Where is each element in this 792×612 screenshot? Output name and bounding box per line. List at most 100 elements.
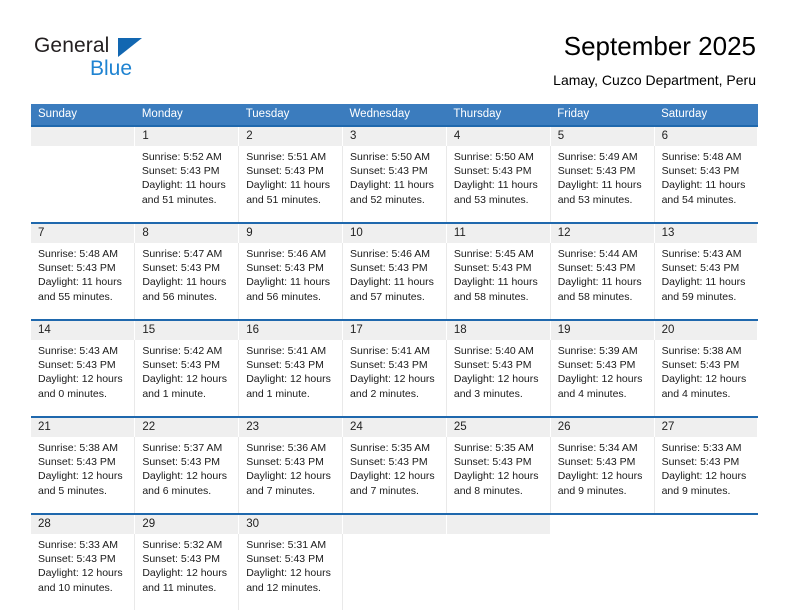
day-detail-cell[interactable]: Sunrise: 5:48 AM Sunset: 5:43 PM Daylight:… [654,146,758,222]
day-detail-cell[interactable]: Sunrise: 5:49 AM Sunset: 5:43 PM Daylight:… [550,146,655,222]
day-detail-cell[interactable]: Sunrise: 5:51 AM Sunset: 5:43 PM Daylight:… [238,146,344,222]
week-daynumber-row: 7 8 9 10 11 12 13 [31,224,759,243]
sunrise-text: Sunrise: 5:38 AM [38,442,118,454]
day-detail-cell[interactable]: Sunrise: 5:33 AM Sunset: 5:43 PM Daylight:… [654,437,758,513]
day-number-cell[interactable]: 15 [134,321,240,340]
daylight-text: Daylight: 12 hours [142,373,227,386]
daylight-text: Daylight: 11 hours [246,276,331,289]
daylight-text: and 55 minutes. [38,290,113,303]
day-number-cell[interactable]: 4 [446,127,551,146]
day-detail-cell[interactable]: Sunrise: 5:39 AM Sunset: 5:43 PM Daylight:… [550,340,655,416]
sunrise-text: Sunrise: 5:46 AM [246,248,327,260]
day-detail-cell[interactable]: Sunrise: 5:41 AM Sunset: 5:43 PM Daylight:… [238,340,344,416]
sunrise-text: Sunrise: 5:47 AM [142,248,223,260]
brand-logo[interactable]: General Blue [34,34,264,90]
day-number: 21 [38,421,51,433]
day-detail-cell[interactable]: Sunrise: 5:40 AM Sunset: 5:43 PM Daylight:… [446,340,551,416]
sunset-text: Sunset: 5:43 PM [661,456,740,469]
daylight-text: and 7 minutes. [246,484,316,497]
sunset-text: Sunset: 5:43 PM [453,262,532,275]
day-number-cell[interactable]: 30 [238,515,344,534]
day-number-cell[interactable]: 17 [342,321,447,340]
day-number-cell[interactable]: 18 [446,321,551,340]
day-detail-cell[interactable]: Sunrise: 5:31 AM Sunset: 5:43 PM Daylight:… [238,534,344,610]
day-detail-cell[interactable]: Sunrise: 5:48 AM Sunset: 5:43 PM Daylight:… [31,243,136,319]
daylight-text: Daylight: 11 hours [557,179,642,192]
weekday-header-saturday: Saturday [654,104,758,125]
day-number-cell[interactable]: 11 [446,224,551,243]
day-number-cell[interactable]: 7 [31,224,136,243]
day-detail-cell[interactable]: Sunrise: 5:35 AM Sunset: 5:43 PM Daylight:… [342,437,447,513]
daylight-text: and 56 minutes. [142,290,218,303]
daylight-text: Daylight: 11 hours [246,179,331,192]
calendar-header-row: Sunday Monday Tuesday Wednesday Thursday… [31,104,758,125]
day-detail-cell[interactable]: Sunrise: 5:38 AM Sunset: 5:43 PM Daylight:… [654,340,758,416]
week-daynumber-row: 1 2 3 4 5 6 [31,127,759,146]
sunrise-text: Sunrise: 5:43 AM [38,345,118,357]
day-number-cell[interactable]: 27 [654,418,759,437]
day-detail-cell[interactable]: Sunrise: 5:36 AM Sunset: 5:43 PM Daylight:… [238,437,344,513]
day-number-cell[interactable]: 10 [342,224,447,243]
daylight-text: and 10 minutes. [38,581,113,594]
day-detail-cell[interactable]: Sunrise: 5:43 AM Sunset: 5:43 PM Daylight:… [31,340,136,416]
day-detail-cell[interactable]: Sunrise: 5:50 AM Sunset: 5:43 PM Daylight:… [446,146,551,222]
day-number-cell[interactable]: 2 [238,127,344,146]
day-number-cell[interactable]: 8 [134,224,240,243]
day-detail-cell[interactable]: Sunrise: 5:43 AM Sunset: 5:43 PM Daylight:… [654,243,758,319]
daylight-text: and 52 minutes. [350,193,425,206]
day-detail-cell[interactable]: Sunrise: 5:33 AM Sunset: 5:43 PM Daylight:… [31,534,136,610]
week-daynumber-row: 21 22 23 24 25 26 27 [31,418,759,437]
daylight-text: Daylight: 11 hours [350,179,434,192]
day-detail-cell[interactable]: Sunrise: 5:46 AM Sunset: 5:43 PM Daylight:… [238,243,344,319]
day-number: 24 [350,421,363,433]
day-detail-cell[interactable]: Sunrise: 5:35 AM Sunset: 5:43 PM Daylight:… [446,437,551,513]
day-number-cell[interactable]: 1 [134,127,240,146]
day-number: 19 [557,324,571,336]
day-number-cell[interactable]: 28 [31,515,136,534]
day-number-cell[interactable]: 6 [654,127,759,146]
day-detail-cell[interactable]: Sunrise: 5:38 AM Sunset: 5:43 PM Daylight:… [31,437,136,513]
day-detail-cell[interactable]: Sunrise: 5:42 AM Sunset: 5:43 PM Daylight:… [134,340,240,416]
day-number: 13 [661,227,675,239]
day-number-cell[interactable]: 3 [342,127,447,146]
day-number-cell[interactable]: 14 [31,321,136,340]
week-detail-row: Sunrise: 5:38 AM Sunset: 5:43 PM Daylight:… [31,437,758,513]
daylight-text: Daylight: 11 hours [661,179,746,192]
day-number-cell[interactable]: 23 [238,418,344,437]
day-number-cell[interactable]: 29 [134,515,240,534]
sunset-text: Sunset: 5:43 PM [246,262,324,275]
day-detail-cell[interactable]: Sunrise: 5:46 AM Sunset: 5:43 PM Daylight:… [342,243,447,319]
day-number-cell[interactable]: 5 [550,127,655,146]
day-number-cell[interactable]: 22 [134,418,240,437]
daylight-text: and 4 minutes. [661,387,731,400]
day-number-cell[interactable]: 21 [31,418,136,437]
day-detail-cell[interactable]: Sunrise: 5:47 AM Sunset: 5:43 PM Daylight:… [134,243,240,319]
day-number: 5 [557,130,565,142]
day-detail-cell[interactable]: Sunrise: 5:37 AM Sunset: 5:43 PM Daylight:… [134,437,240,513]
day-number: 25 [453,421,467,433]
day-number-cell[interactable]: 26 [550,418,655,437]
day-number-cell[interactable]: 16 [238,321,344,340]
day-detail-cell[interactable]: Sunrise: 5:44 AM Sunset: 5:43 PM Daylight:… [550,243,655,319]
week-daynumber-row: 28 29 30 [31,515,758,534]
day-number-cell [446,515,551,534]
day-detail-cell[interactable]: Sunrise: 5:52 AM Sunset: 5:43 PM Daylight:… [134,146,240,222]
day-number-cell[interactable]: 19 [550,321,655,340]
day-detail-cell[interactable]: Sunrise: 5:41 AM Sunset: 5:43 PM Daylight:… [342,340,447,416]
daylight-text: and 4 minutes. [557,387,627,400]
day-number-cell[interactable]: 9 [238,224,344,243]
sunset-text: Sunset: 5:43 PM [246,165,324,178]
day-number-cell[interactable]: 12 [550,224,655,243]
day-number-cell[interactable]: 20 [654,321,759,340]
sunset-text: Sunset: 5:43 PM [661,165,740,178]
day-detail-cell[interactable]: Sunrise: 5:34 AM Sunset: 5:43 PM Daylight:… [550,437,655,513]
day-detail-cell[interactable]: Sunrise: 5:45 AM Sunset: 5:43 PM Daylight:… [446,243,551,319]
daylight-text: and 58 minutes. [453,290,529,303]
day-detail-cell[interactable]: Sunrise: 5:50 AM Sunset: 5:43 PM Daylight:… [342,146,447,222]
day-number: 30 [246,518,259,530]
day-number-cell[interactable]: 24 [342,418,447,437]
day-number-cell[interactable]: 25 [446,418,551,437]
day-number-cell[interactable]: 13 [654,224,759,243]
daylight-text: and 2 minutes. [350,387,419,400]
day-detail-cell[interactable]: Sunrise: 5:32 AM Sunset: 5:43 PM Daylight:… [134,534,240,610]
